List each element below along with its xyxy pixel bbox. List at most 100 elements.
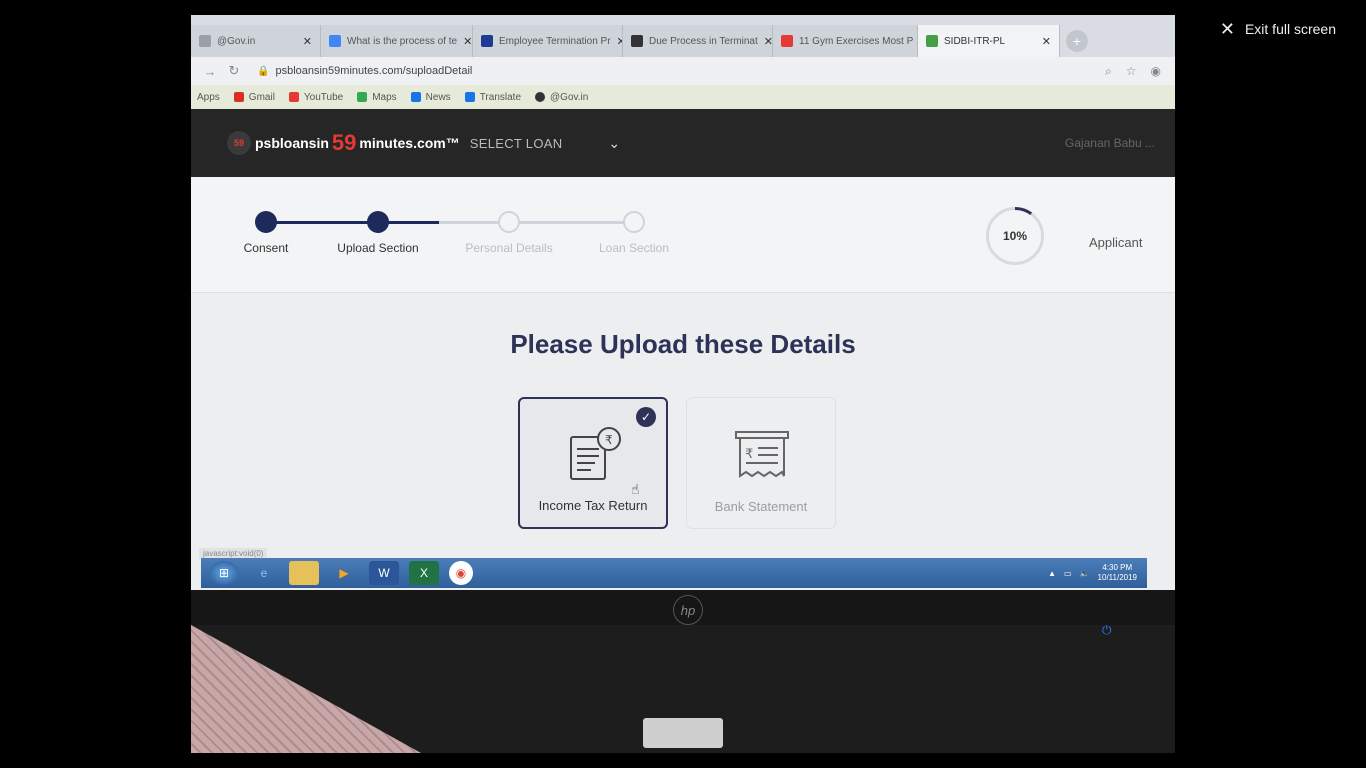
start-button[interactable]: ⊞	[209, 561, 239, 585]
profile-icon[interactable]: ◉	[1151, 64, 1161, 79]
step-label: Loan Section	[598, 241, 670, 255]
address-bar: → ↻ 🔒 psbloansin59minutes.com/suploadDet…	[191, 57, 1175, 85]
close-icon[interactable]: ✕	[457, 35, 472, 48]
bookmark-youtube[interactable]: YouTube	[288, 92, 343, 103]
close-icon[interactable]: ✕	[611, 35, 622, 48]
close-icon[interactable]: ✕	[1036, 35, 1051, 48]
progress-arc	[986, 207, 1044, 265]
progress-stepper: Consent Upload Section Personal Details …	[191, 177, 1175, 293]
reload-icon[interactable]: ↻	[225, 63, 243, 79]
user-menu[interactable]: Gajanan Babu ...	[1065, 136, 1155, 150]
translate-icon	[464, 92, 475, 102]
windows-taskbar: ⊞ e ▶ W X ◉ ▲ ▭ 🔈 4:30 PM 10/11/2019	[201, 558, 1147, 588]
step-consent[interactable]: Consent	[221, 211, 311, 255]
exit-full-screen-label: Exit full screen	[1244, 21, 1336, 37]
volume-icon[interactable]: 🔈	[1080, 569, 1090, 578]
bookmark-apps[interactable]: Apps	[197, 92, 220, 103]
chevron-down-icon[interactable]: ⌄	[608, 135, 620, 152]
tab-favicon-icon	[199, 35, 211, 47]
tab-favicon-icon	[926, 35, 938, 47]
tab-gym-exercises[interactable]: 11 Gym Exercises Most P ✕	[773, 25, 918, 57]
word-icon[interactable]: W	[369, 561, 399, 585]
step-node-icon	[255, 211, 277, 233]
bookmark-news[interactable]: News	[410, 92, 451, 103]
maps-icon	[357, 92, 368, 102]
step-node-icon	[498, 211, 520, 233]
close-icon[interactable]: ✕	[297, 35, 312, 48]
chrome-icon[interactable]: ◉	[449, 561, 473, 585]
step-loan-section[interactable]: Loan Section	[584, 211, 684, 255]
upload-section: Please Upload these Details ✓ ₹ Income T…	[191, 293, 1175, 558]
internet-explorer-icon[interactable]: e	[249, 561, 279, 585]
tab-gov[interactable]: @Gov.in ✕	[191, 25, 321, 57]
address-bar-actions: ⌕ ☆ ◉	[1105, 64, 1175, 79]
page-title: Please Upload these Details	[510, 329, 856, 359]
tab-favicon-icon	[481, 35, 493, 47]
power-icon: ⏻	[1102, 623, 1112, 637]
close-icon: ✕	[1219, 19, 1235, 39]
step-label: Upload Section	[337, 241, 419, 255]
checkmark-icon: ✓	[636, 407, 656, 427]
step-upload-section[interactable]: Upload Section	[328, 211, 428, 255]
url-input[interactable]: psbloansin59minutes.com/suploadDetail	[275, 65, 472, 77]
monitor-screen: @Gov.in ✕ What is the process of te ✕ Em…	[191, 15, 1175, 590]
step-node-icon	[623, 211, 645, 233]
logo-prefix: psbloansin	[255, 135, 329, 151]
step-label: Personal Details	[465, 241, 553, 255]
step-label: Consent	[243, 241, 289, 255]
tab-employee-termination[interactable]: Employee Termination Pr ✕	[473, 25, 623, 57]
tab-label: What is the process of te	[347, 35, 458, 47]
new-tab-button[interactable]: +	[1066, 30, 1088, 52]
tray-arrow-icon[interactable]: ▲	[1048, 569, 1056, 578]
bookmark-gov[interactable]: @Gov.in	[535, 92, 588, 103]
network-icon[interactable]: ▭	[1064, 569, 1072, 578]
google-icon	[329, 35, 341, 47]
site-header: 59 psbloansin 59 minutes.com™ SELECT LOA…	[191, 109, 1175, 177]
bank-statement-card[interactable]: ₹ Bank Statement	[686, 397, 836, 529]
excel-icon[interactable]: X	[409, 561, 439, 585]
globe-icon	[535, 92, 546, 102]
step-personal-details[interactable]: Personal Details	[454, 211, 564, 255]
photo-viewer: ✕ Exit full screen @Gov.in ✕ What is the…	[0, 0, 1366, 768]
bank-statement-icon: ₹	[735, 431, 789, 478]
bookmark-translate[interactable]: Translate	[464, 92, 521, 103]
monitor-photo: @Gov.in ✕ What is the process of te ✕ Em…	[191, 15, 1175, 753]
tab-label: SIDBI-ITR-PL	[944, 35, 1006, 47]
clock-date: 10/11/2019	[1097, 573, 1137, 582]
media-player-icon[interactable]: ▶	[329, 561, 359, 585]
exit-full-screen-button[interactable]: ✕ Exit full screen	[1220, 20, 1336, 38]
bookmarks-bar: Apps Gmail YouTube Maps News Translate @…	[191, 85, 1175, 109]
star-icon[interactable]: ☆	[1126, 64, 1137, 79]
progress-percent-ring: 10%	[986, 207, 1044, 265]
system-tray: ▲ ▭ 🔈 4:30 PM 10/11/2019	[1048, 563, 1147, 583]
tab-sidbi-itr-pl[interactable]: SIDBI-ITR-PL ✕	[918, 25, 1060, 57]
close-icon[interactable]: ✕	[758, 35, 772, 48]
tab-label: Due Process in Terminat	[649, 35, 758, 47]
tab-what-is-process[interactable]: What is the process of te ✕	[321, 25, 473, 57]
hand-cursor-icon: ☝	[631, 481, 640, 497]
tab-favicon-icon	[631, 35, 643, 47]
tab-label: 11 Gym Exercises Most P	[799, 35, 914, 47]
card-label: Income Tax Return	[538, 498, 648, 513]
forward-arrow-icon[interactable]: →	[201, 64, 219, 79]
card-label: Bank Statement	[714, 499, 808, 514]
bookmark-gmail[interactable]: Gmail	[233, 92, 275, 103]
file-explorer-icon[interactable]	[289, 561, 319, 585]
gmail-icon	[233, 92, 244, 102]
clock[interactable]: 4:30 PM 10/11/2019	[1098, 563, 1137, 583]
tax-document-icon: ₹	[570, 427, 621, 480]
hp-logo-icon: hp	[673, 595, 703, 625]
youtube-icon	[781, 35, 793, 47]
step-node-icon	[367, 211, 389, 233]
lock-icon: 🔒	[257, 65, 270, 77]
income-tax-return-card[interactable]: ✓ ₹ Income Tax Return	[518, 397, 668, 529]
tab-due-process[interactable]: Due Process in Terminat ✕	[623, 25, 773, 57]
zoom-icon[interactable]: ⌕	[1105, 64, 1112, 79]
select-loan-menu[interactable]: SELECT LOAN	[470, 136, 563, 151]
keyboard-device	[643, 718, 723, 748]
news-icon	[410, 92, 421, 102]
logo-badge-icon: 59	[227, 131, 251, 155]
svg-text:₹: ₹	[745, 447, 753, 462]
bookmark-maps[interactable]: Maps	[357, 92, 397, 103]
logo-number: 59	[331, 130, 357, 155]
